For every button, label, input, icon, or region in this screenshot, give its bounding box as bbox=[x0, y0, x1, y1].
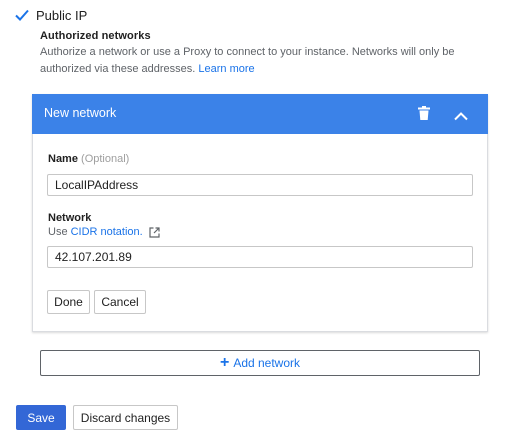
public-ip-label: Public IP bbox=[36, 7, 88, 23]
save-button[interactable]: Save bbox=[16, 405, 66, 430]
cancel-button[interactable]: Cancel bbox=[94, 290, 146, 314]
cidr-notation-link[interactable]: CIDR notation. bbox=[71, 226, 143, 238]
discard-changes-button[interactable]: Discard changes bbox=[73, 405, 178, 430]
public-ip-row[interactable]: Public IP bbox=[14, 5, 87, 25]
learn-more-link[interactable]: Learn more bbox=[198, 63, 254, 75]
add-network-button[interactable]: + Add network bbox=[40, 350, 480, 376]
network-input[interactable] bbox=[47, 246, 473, 268]
network-field-label: Network bbox=[48, 212, 92, 224]
new-network-title: New network bbox=[44, 106, 117, 120]
name-field-label: Name (Optional) bbox=[48, 153, 129, 165]
network-field-hint: Use CIDR notation. bbox=[48, 226, 160, 238]
new-network-card-header[interactable]: New network bbox=[32, 94, 488, 134]
done-button[interactable]: Done bbox=[47, 290, 90, 314]
chevron-up-icon[interactable] bbox=[454, 108, 468, 126]
name-input[interactable] bbox=[47, 174, 473, 196]
network-hint-prefix: Use bbox=[48, 226, 68, 238]
optional-label: (Optional) bbox=[81, 153, 130, 165]
name-label-text: Name bbox=[48, 153, 78, 165]
authorized-networks-description: Authorize a network or use a Proxy to co… bbox=[40, 44, 470, 78]
public-ip-checkbox[interactable] bbox=[14, 7, 30, 23]
external-link-icon[interactable] bbox=[149, 226, 160, 238]
checkmark-icon bbox=[15, 9, 29, 21]
new-network-card: New network Name (Optional) Network Use … bbox=[32, 94, 488, 332]
trash-icon[interactable] bbox=[418, 106, 430, 125]
authorized-networks-title: Authorized networks bbox=[40, 30, 151, 42]
add-network-label: Add network bbox=[233, 356, 301, 370]
plus-icon: + bbox=[219, 354, 230, 371]
